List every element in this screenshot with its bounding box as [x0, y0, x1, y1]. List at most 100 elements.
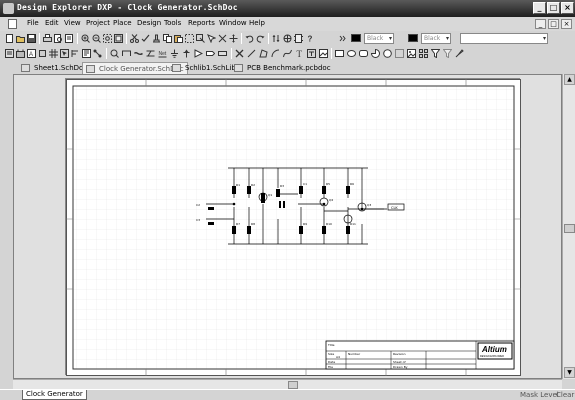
- menu-design[interactable]: Design: [137, 19, 161, 27]
- maximize-button[interactable]: □: [547, 2, 560, 14]
- graphic-icon[interactable]: [319, 49, 328, 58]
- move-icon[interactable]: [229, 34, 238, 43]
- deselect-icon[interactable]: [196, 34, 205, 43]
- check-icon[interactable]: [141, 34, 150, 43]
- selection-icon[interactable]: [395, 49, 404, 58]
- menu-project[interactable]: Project: [86, 19, 110, 27]
- print-preview-icon[interactable]: [54, 34, 63, 43]
- toolbar-overflow-icon[interactable]: [338, 34, 347, 43]
- annotate-icon[interactable]: A: [27, 49, 36, 58]
- zoom-fit-icon[interactable]: [114, 34, 123, 43]
- menu-view[interactable]: View: [64, 19, 81, 27]
- polygon-icon[interactable]: [259, 49, 268, 58]
- save-icon[interactable]: [27, 34, 36, 43]
- close-button[interactable]: ×: [561, 2, 574, 14]
- place-wire-icon[interactable]: [122, 49, 131, 58]
- browse-icon[interactable]: [110, 49, 119, 58]
- bezier-icon[interactable]: [283, 49, 292, 58]
- line-color-swatch[interactable]: [351, 34, 361, 42]
- help-icon[interactable]: ?: [305, 34, 314, 44]
- zoom-in-icon[interactable]: [81, 34, 90, 43]
- net-label-icon[interactable]: Net: [158, 49, 167, 58]
- select-area-icon[interactable]: [185, 34, 194, 43]
- rectangle-icon[interactable]: [335, 49, 344, 58]
- filter-icon[interactable]: [431, 49, 440, 58]
- component-library-icon[interactable]: [294, 34, 303, 43]
- project-icon[interactable]: [5, 49, 14, 58]
- menu-window[interactable]: Window: [219, 19, 247, 27]
- rounded-rectangle-icon[interactable]: [359, 49, 368, 58]
- net-icon[interactable]: [93, 49, 102, 58]
- compile-icon[interactable]: [16, 49, 25, 58]
- image-icon[interactable]: [407, 49, 416, 58]
- new-file-icon[interactable]: [5, 34, 14, 43]
- menu-tools[interactable]: Tools: [164, 19, 181, 27]
- fill-color-select[interactable]: Black ▾: [421, 33, 451, 44]
- clear-button[interactable]: Clear: [556, 390, 574, 400]
- scroll-up-icon[interactable]: ▲: [564, 74, 575, 85]
- text-frame-icon[interactable]: [307, 49, 316, 58]
- menu-place[interactable]: Place: [113, 19, 132, 27]
- multi-select-icon[interactable]: [207, 34, 216, 43]
- filter-combo[interactable]: ▾: [460, 33, 548, 44]
- schematic-workspace[interactable]: R1 R2 R3 C1 R5 R6 Q1 Q2 Q3 R7 R8 R9 R10 R11 C2 C3 …: [13, 74, 562, 379]
- array-icon[interactable]: [419, 49, 428, 58]
- mdi-minimize-button[interactable]: _: [535, 19, 546, 29]
- cut-icon[interactable]: [130, 34, 139, 43]
- place-bus-icon[interactable]: [134, 49, 143, 58]
- line-icon[interactable]: [247, 49, 256, 58]
- print-icon[interactable]: [43, 34, 52, 43]
- menu-file[interactable]: File: [27, 19, 39, 27]
- power-port-icon[interactable]: [182, 49, 191, 58]
- no-erc-icon[interactable]: [235, 49, 244, 58]
- text-icon[interactable]: T: [295, 49, 304, 58]
- redo-icon[interactable]: [256, 34, 265, 43]
- tab-schlib1[interactable]: Schlib1.SchLib: [169, 62, 239, 74]
- cross-probe-icon[interactable]: [283, 34, 292, 43]
- grid-icon[interactable]: [49, 49, 58, 58]
- horizontal-scroll-thumb[interactable]: [288, 381, 298, 389]
- sheet-symbol-icon[interactable]: [38, 49, 47, 58]
- clear-filter-icon[interactable]: [443, 49, 452, 58]
- paste-icon[interactable]: [174, 34, 183, 43]
- line-color-select[interactable]: Black ▾: [364, 33, 394, 44]
- mdi-close-button[interactable]: ×: [561, 19, 572, 29]
- copy-icon[interactable]: [163, 34, 172, 43]
- tab-sheet1[interactable]: Sheet1.SchDoc: [18, 62, 90, 74]
- sheet-tab-clock-generator[interactable]: Clock Generator: [22, 390, 87, 400]
- menu-edit[interactable]: Edit: [45, 19, 59, 27]
- scroll-down-icon[interactable]: ▼: [564, 367, 575, 378]
- report-icon[interactable]: [82, 49, 91, 58]
- port-icon[interactable]: [218, 49, 227, 58]
- mask-level-button[interactable]: Mask Level: [520, 390, 559, 400]
- zoom-area-icon[interactable]: [103, 34, 112, 43]
- schematic-sheet[interactable]: R1 R2 R3 C1 R5 R6 Q1 Q2 Q3 R7 R8 R9 R10 R11 C2 C3 …: [65, 78, 521, 376]
- sheet-entry-icon[interactable]: [206, 49, 215, 58]
- menu-help[interactable]: Help: [249, 19, 265, 27]
- arc-icon[interactable]: [271, 49, 280, 58]
- minimize-button[interactable]: _: [533, 2, 546, 14]
- mdi-restore-button[interactable]: □: [548, 19, 559, 29]
- fill-color-swatch[interactable]: [408, 34, 418, 42]
- tab-pcb-benchmark[interactable]: PCB Benchmark.pcbdoc: [231, 62, 334, 74]
- pie-icon[interactable]: [371, 49, 380, 58]
- horizontal-scrollbar[interactable]: [13, 379, 562, 389]
- circle-icon[interactable]: [383, 49, 392, 58]
- up-down-hierarchy-icon[interactable]: [272, 34, 281, 43]
- undo-icon[interactable]: [245, 34, 254, 43]
- vertical-scroll-thumb[interactable]: [564, 224, 575, 233]
- highlight-icon[interactable]: [455, 49, 464, 58]
- vertical-scrollbar[interactable]: ▲ ▼: [562, 74, 575, 379]
- cross-select-icon[interactable]: [218, 34, 227, 43]
- document-icon[interactable]: [8, 19, 17, 29]
- app-icon[interactable]: [3, 3, 14, 14]
- place-part-icon[interactable]: [194, 49, 203, 58]
- open-folder-icon[interactable]: [16, 34, 25, 43]
- ground-icon[interactable]: [170, 49, 179, 58]
- open-document-icon[interactable]: [65, 34, 74, 43]
- rubber-stamp-icon[interactable]: [152, 34, 161, 43]
- select-icon[interactable]: [60, 49, 69, 58]
- ellipse-icon[interactable]: [347, 49, 356, 58]
- zoom-out-icon[interactable]: [92, 34, 101, 43]
- align-icon[interactable]: [71, 49, 80, 58]
